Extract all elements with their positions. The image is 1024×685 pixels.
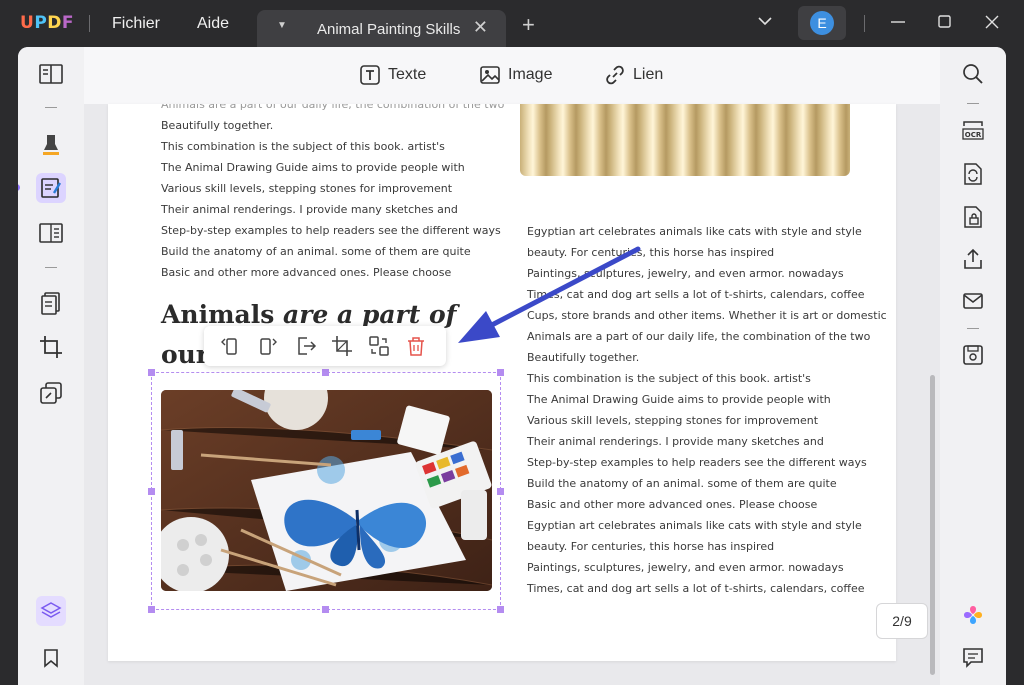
active-indicator [18, 184, 20, 191]
text-line: Times, cat and dog art sells a lot of t-… [527, 582, 865, 595]
rotate-right-icon[interactable] [255, 334, 279, 358]
svg-text:OCR: OCR [965, 131, 982, 139]
delete-image-icon[interactable] [404, 334, 428, 358]
tab-dropdown-icon[interactable]: ▼ [277, 20, 287, 31]
maximize-icon[interactable] [937, 14, 953, 35]
tab-title: Animal Painting Skills [317, 21, 461, 38]
page-indicator[interactable]: 2/9 [876, 603, 928, 639]
right-sidebar: OCR [940, 47, 1006, 685]
section-heading[interactable]: Animals are a part of [161, 300, 456, 329]
document-tab[interactable]: ▼ Animal Painting Skills ✕ [257, 10, 506, 47]
tab-close-icon[interactable]: ✕ [473, 17, 488, 38]
resize-handle[interactable] [497, 369, 504, 376]
text-line: Their animal renderings. I provide many … [161, 203, 458, 216]
vertical-scrollbar[interactable] [930, 375, 935, 675]
image-label: Image [508, 66, 553, 83]
rotate-left-icon[interactable] [219, 334, 243, 358]
text-icon [360, 65, 380, 85]
add-text-button[interactable]: Texte [360, 65, 426, 85]
chevron-down-icon[interactable] [757, 13, 773, 31]
image-selection-box[interactable] [151, 372, 501, 610]
resize-handle[interactable] [322, 369, 329, 376]
text-line: Egyptian art celebrates animals like cat… [527, 519, 862, 532]
text-line: Various skill levels, stepping stones fo… [161, 182, 453, 195]
image-context-toolbar [204, 326, 446, 366]
highlighter-icon[interactable] [37, 130, 65, 158]
left-sidebar [18, 47, 84, 685]
search-icon[interactable] [959, 60, 987, 88]
heading-italic-text: are a part of [283, 300, 457, 329]
text-line: The Animal Drawing Guide aims to provide… [161, 161, 465, 174]
email-icon[interactable] [959, 287, 987, 315]
text-line: Build the anatomy of an animal. some of … [527, 477, 837, 490]
ocr-icon[interactable]: OCR [959, 117, 987, 145]
menu-help[interactable]: Aide [197, 15, 229, 33]
close-window-icon[interactable] [984, 14, 1000, 35]
text-line: The Animal Drawing Guide aims to provide… [527, 393, 831, 406]
resize-handle[interactable] [148, 369, 155, 376]
link-label: Lien [633, 66, 664, 83]
resize-handle[interactable] [322, 606, 329, 613]
replace-image-icon[interactable] [367, 334, 391, 358]
text-line: Beautifully together. [161, 119, 274, 132]
resize-handle[interactable] [148, 488, 155, 495]
text-line: Step-by-step examples to help readers se… [161, 224, 501, 237]
text-line: Various skill levels, stepping stones fo… [527, 414, 819, 427]
text-line: Paintings, sculptures, jewelry, and even… [527, 561, 844, 574]
app-frame: Texte Image Lien Animals are a part of o… [18, 47, 1006, 685]
sidebar-separator [967, 328, 979, 329]
text-line: Basic and other more advanced ones. Plea… [527, 498, 818, 511]
avatar: E [810, 11, 834, 35]
crop-image-icon[interactable] [330, 334, 354, 358]
extract-image-icon[interactable] [294, 334, 318, 358]
title-separator [864, 15, 865, 32]
convert-icon[interactable] [959, 160, 987, 188]
new-tab-icon[interactable]: + [522, 14, 535, 36]
resize-handle[interactable] [148, 606, 155, 613]
account-button[interactable]: E [798, 6, 846, 40]
form-icon[interactable] [37, 219, 65, 247]
crop-pages-icon[interactable] [37, 333, 65, 361]
sidebar-separator [967, 103, 979, 104]
title-separator [89, 15, 90, 32]
batch-icon[interactable] [37, 379, 65, 407]
text-line: beauty. For centuries, this horse has in… [527, 540, 775, 553]
share-icon[interactable] [959, 245, 987, 273]
text-line: This combination is the subject of this … [161, 140, 445, 153]
text-label: Texte [388, 66, 427, 83]
edit-toolbar: Texte Image Lien [84, 47, 940, 104]
text-line: Animals are a part of our daily life, th… [161, 104, 505, 111]
curtain-image[interactable] [520, 104, 850, 176]
text-line: This combination is the subject of this … [527, 372, 811, 385]
heading-text: Animals [161, 300, 283, 329]
title-bar: UPDF Fichier Aide ▼ Animal Painting Skil… [0, 0, 1024, 47]
comment-icon[interactable] [959, 643, 987, 671]
link-icon [606, 65, 624, 85]
text-line: Beautifully together. [527, 351, 640, 364]
image-icon [480, 66, 500, 84]
protect-icon[interactable] [959, 203, 987, 231]
bookmark-icon[interactable] [37, 644, 65, 672]
add-link-button[interactable]: Lien [605, 65, 663, 85]
resize-handle[interactable] [497, 606, 504, 613]
layers-icon[interactable] [36, 596, 66, 626]
text-line: Step-by-step examples to help readers se… [527, 456, 867, 469]
annotation-arrow [458, 246, 641, 343]
menu-file[interactable]: Fichier [112, 15, 160, 33]
reader-icon[interactable] [37, 60, 65, 88]
edit-pdf-icon[interactable] [36, 173, 66, 203]
sidebar-separator [45, 107, 57, 108]
ai-assistant-icon[interactable] [959, 601, 987, 629]
organize-pages-icon[interactable] [37, 289, 65, 317]
section-heading-line2[interactable]: our [161, 340, 209, 369]
sidebar-separator [45, 267, 57, 268]
minimize-icon[interactable] [890, 14, 906, 35]
updf-logo: UPDF [20, 13, 75, 33]
pdf-page: Animals are a part of our daily life, th… [108, 104, 896, 661]
add-image-button[interactable]: Image [480, 65, 552, 85]
text-line: Their animal renderings. I provide many … [527, 435, 824, 448]
resize-handle[interactable] [497, 488, 504, 495]
save-icon[interactable] [959, 341, 987, 369]
workspace: Texte Image Lien Animals are a part of o… [84, 47, 940, 685]
